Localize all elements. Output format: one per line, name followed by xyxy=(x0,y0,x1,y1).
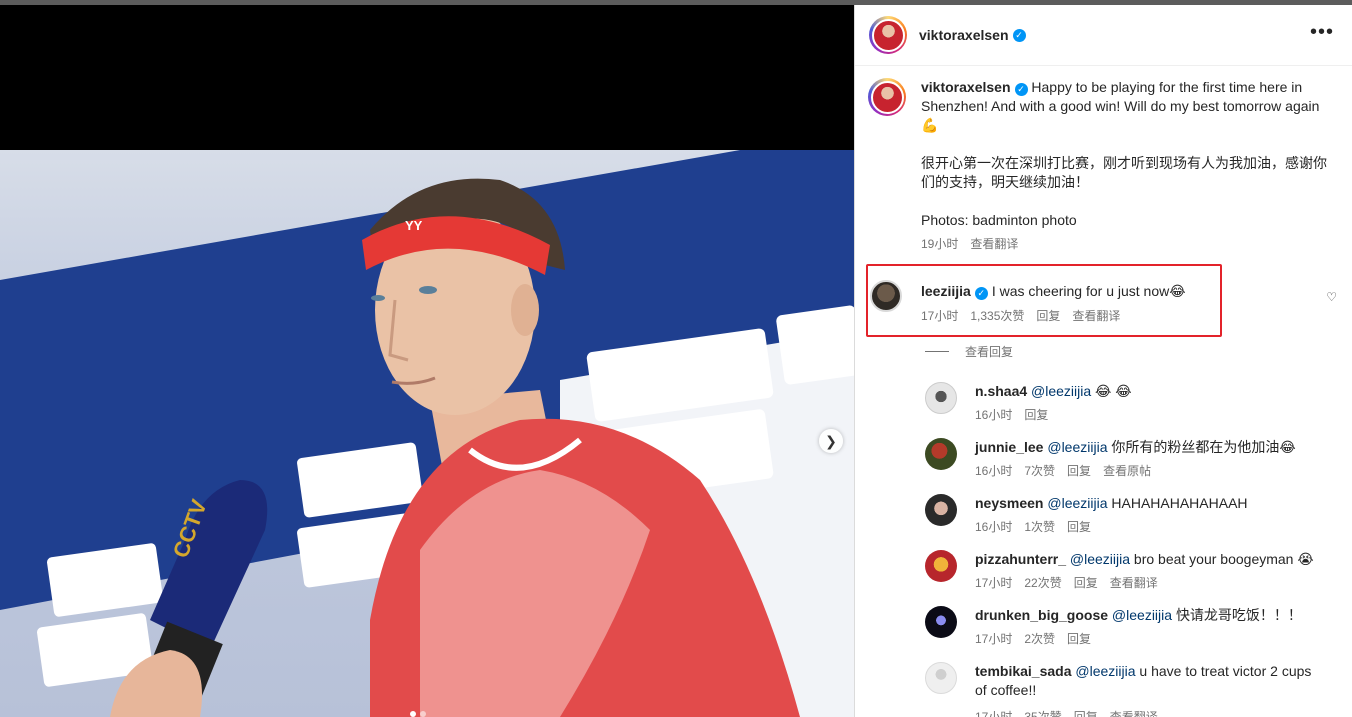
reply-mention[interactable]: @leeziijia xyxy=(1047,439,1107,455)
reply-body: pizzahunterr_ @leeziijia bro beat your b… xyxy=(975,550,1315,569)
post-header: viktoraxelsen ✓ ••• xyxy=(855,5,1352,66)
caption-translate-link[interactable]: 查看翻译 xyxy=(970,235,1018,252)
reply-text: 😂 😂 xyxy=(1095,383,1132,399)
author-avatar[interactable] xyxy=(869,16,907,54)
comment-text: I was cheering for u just now😂 xyxy=(991,283,1186,299)
reply-likes[interactable]: 7次赞 xyxy=(1024,462,1055,479)
caption-text: viktoraxelsen ✓ Happy to be playing for t… xyxy=(921,78,1336,230)
reply-likes[interactable]: 1次赞 xyxy=(1024,518,1055,535)
reply-text: bro beat your boogeyman 😭 xyxy=(1133,551,1314,567)
reply-text: HAHAHAHAHAHAAH xyxy=(1111,495,1248,511)
reply-meta: 17小时 2次赞 回复 xyxy=(975,630,1091,647)
reply-username[interactable]: pizzahunterr_ xyxy=(975,551,1066,567)
reply-username[interactable]: tembikai_sada xyxy=(975,663,1072,679)
reply-meta: 16小时 回复 xyxy=(975,406,1048,423)
reply-likes[interactable]: 2次赞 xyxy=(1024,630,1055,647)
caption-paragraph-3: Photos: badminton photo xyxy=(921,212,1077,228)
caption-author-username[interactable]: viktoraxelsen xyxy=(921,79,1011,95)
divider-line xyxy=(925,351,949,352)
like-heart-icon[interactable]: ♡ xyxy=(1326,290,1337,304)
reply-username[interactable]: neysmeen xyxy=(975,495,1043,511)
post-photo: YY CCTV xyxy=(0,150,854,717)
reply-body: tembikai_sada @leeziijia u have to treat… xyxy=(975,662,1315,700)
reply-meta: 17小时 35次赞 回复 查看翻译 xyxy=(975,708,1158,717)
reply-text: 快请龙哥吃饭！！！ xyxy=(1175,607,1302,623)
reply-translate-link[interactable]: 查看翻译 xyxy=(1110,574,1158,591)
reply-avatar[interactable] xyxy=(925,494,957,526)
view-replies-button[interactable]: 查看回复 xyxy=(925,343,1013,360)
reply-time[interactable]: 17小时 xyxy=(975,574,1012,591)
comment-body: leeziijia ✓ I was cheering for u just now😂 xyxy=(921,282,1301,300)
slide-dot xyxy=(420,711,426,717)
reply-avatar-default-icon[interactable] xyxy=(925,662,957,694)
reply-body: drunken_big_goose @leeziijia 快请龙哥吃饭！！！ xyxy=(975,606,1315,625)
reply-meta: 16小时 1次赞 回复 xyxy=(975,518,1091,535)
slide-indicator xyxy=(410,711,426,717)
reply-body: junnie_lee @leeziijia 你所有的粉丝都在为他加油😂 xyxy=(975,438,1315,457)
reply-meta: 17小时 22次赞 回复 查看翻译 xyxy=(975,574,1158,591)
player-photo-illustration: YY CCTV xyxy=(0,150,854,717)
reply-mention[interactable]: @leeziijia xyxy=(1112,607,1172,623)
post-side-panel: viktoraxelsen ✓ ••• viktoraxelsen ✓ Happy… xyxy=(854,5,1352,717)
comment-time[interactable]: 17小时 xyxy=(921,307,958,324)
reply-username[interactable]: junnie_lee xyxy=(975,439,1043,455)
reply-avatar[interactable] xyxy=(925,382,957,414)
reply-time[interactable]: 16小时 xyxy=(975,462,1012,479)
reply-meta: 16小时 7次赞 回复 查看原帖 xyxy=(975,462,1151,479)
reply-avatar[interactable] xyxy=(925,438,957,470)
more-options-icon[interactable]: ••• xyxy=(1310,22,1334,42)
comment-reply-button[interactable]: 回复 xyxy=(1036,307,1060,324)
chevron-right-icon: ❯ xyxy=(825,432,837,449)
reply-mention[interactable]: @leeziijia xyxy=(1075,663,1135,679)
reply-reply-button[interactable]: 回复 xyxy=(1067,462,1091,479)
caption-paragraph-2: 很开心第一次在深圳打比赛，刚才听到现场有人为我加油，感谢你们的支持，明天继续加油… xyxy=(921,155,1327,190)
reply-mention[interactable]: @leeziijia xyxy=(1070,551,1130,567)
reply-view-original-link[interactable]: 查看原帖 xyxy=(1103,462,1151,479)
reply-mention[interactable]: @leeziijia xyxy=(1031,383,1091,399)
view-replies-label[interactable]: 查看回复 xyxy=(965,343,1013,360)
reply-username[interactable]: n.shaa4 xyxy=(975,383,1027,399)
comment-avatar[interactable] xyxy=(870,280,902,312)
reply-body: neysmeen @leeziijia HAHAHAHAHAHAAH xyxy=(975,494,1315,513)
reply-body: n.shaa4 @leeziijia 😂 😂 xyxy=(975,382,1315,401)
reply-text: 你所有的粉丝都在为他加油😂 xyxy=(1111,439,1296,455)
caption-meta: 19小时 查看翻译 xyxy=(921,235,1336,252)
reply-time[interactable]: 16小时 xyxy=(975,518,1012,535)
slide-dot-active xyxy=(410,711,416,717)
reply-avatar[interactable] xyxy=(925,606,957,638)
verified-badge-icon: ✓ xyxy=(1012,28,1026,42)
author-username-link[interactable]: viktoraxelsen ✓ xyxy=(919,27,1026,43)
reply-reply-button[interactable]: 回复 xyxy=(1067,630,1091,647)
comment-meta: 17小时 1,335次赞 回复 查看翻译 xyxy=(921,307,1120,324)
reply-time[interactable]: 17小时 xyxy=(975,630,1012,647)
caption-author-avatar[interactable] xyxy=(868,78,906,116)
next-slide-button[interactable]: ❯ xyxy=(819,429,843,453)
reply-time[interactable]: 16小时 xyxy=(975,406,1012,423)
reply-username[interactable]: drunken_big_goose xyxy=(975,607,1108,623)
reply-likes[interactable]: 22次赞 xyxy=(1024,574,1061,591)
author-username[interactable]: viktoraxelsen xyxy=(919,27,1009,43)
reply-likes[interactable]: 35次赞 xyxy=(1024,708,1061,717)
reply-reply-button[interactable]: 回复 xyxy=(1074,708,1098,717)
verified-badge-icon: ✓ xyxy=(1014,83,1028,96)
caption-time[interactable]: 19小时 xyxy=(921,235,958,252)
comment-likes[interactable]: 1,335次赞 xyxy=(970,307,1024,324)
reply-reply-button[interactable]: 回复 xyxy=(1074,574,1098,591)
post-caption: viktoraxelsen ✓ Happy to be playing for t… xyxy=(855,66,1352,256)
reply-mention[interactable]: @leeziijia xyxy=(1047,495,1107,511)
post-media: YY CCTV ❯ xyxy=(0,5,854,717)
reply-reply-button[interactable]: 回复 xyxy=(1067,518,1091,535)
reply-translate-link[interactable]: 查看翻译 xyxy=(1110,708,1158,717)
verified-badge-icon: ✓ xyxy=(974,287,988,300)
reply-avatar[interactable] xyxy=(925,550,957,582)
comment-translate-link[interactable]: 查看翻译 xyxy=(1072,307,1120,324)
reply-reply-button[interactable]: 回复 xyxy=(1024,406,1048,423)
svg-text:YY: YY xyxy=(405,218,423,233)
reply-time[interactable]: 17小时 xyxy=(975,708,1012,717)
comment-username[interactable]: leeziijia xyxy=(921,283,971,299)
